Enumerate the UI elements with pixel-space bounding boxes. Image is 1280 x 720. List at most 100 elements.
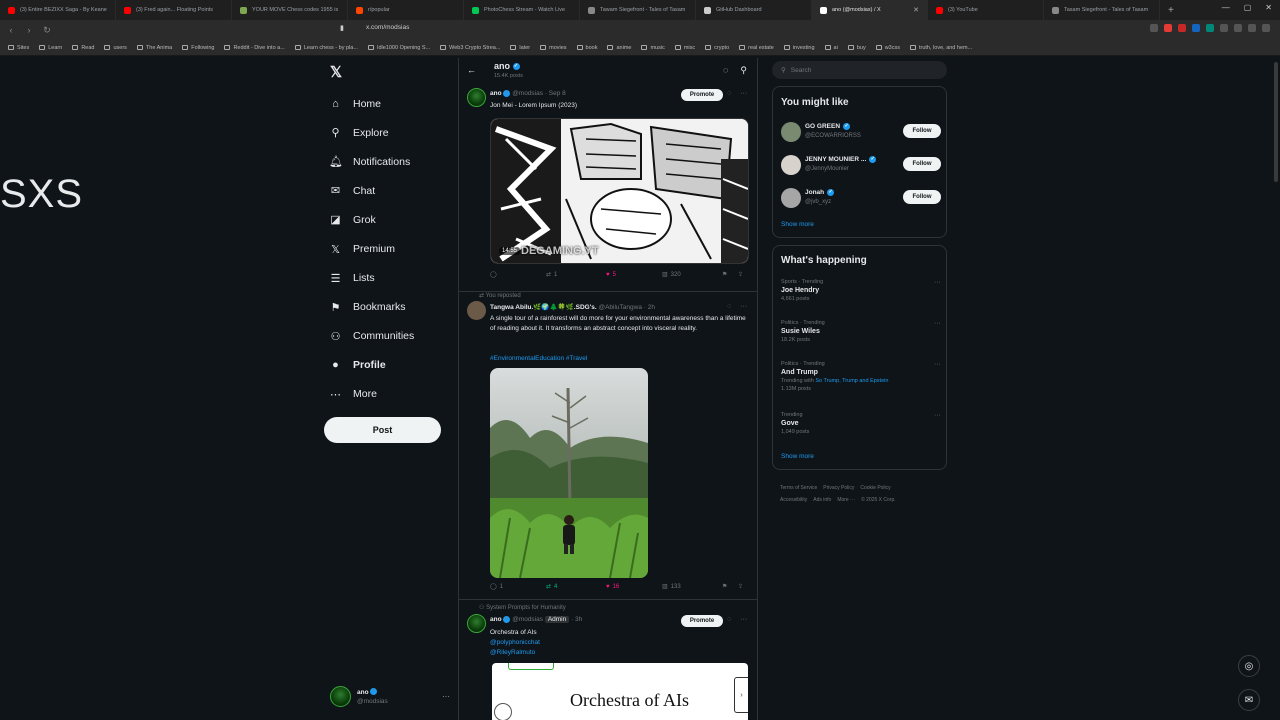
trend-item[interactable]: Trending Gove 1,049 posts ··· [781, 412, 941, 435]
browser-tab[interactable]: YOUR MOVE Chess codes 1955 is [232, 0, 348, 20]
scrollbar[interactable] [1274, 62, 1278, 182]
bookmark-item[interactable]: Learn chess - by pla... [294, 45, 358, 51]
url-field[interactable]: x.com/modsias [366, 24, 409, 31]
browser-tab[interactable]: (3) Entire BEZIXX Saga - By Keane [0, 0, 116, 20]
bookmark-item[interactable]: w3css [875, 45, 900, 51]
bookmark-item[interactable]: later [510, 45, 530, 51]
extension-icon[interactable] [1192, 24, 1200, 32]
extension-icon[interactable] [1234, 24, 1242, 32]
post-button[interactable]: Post [324, 417, 441, 443]
grok-icon[interactable]: ◌ [727, 90, 731, 97]
suggested-account[interactable]: GO GREEN ✓ @ECOWARRIORSS Follow [781, 122, 941, 146]
browser-tab[interactable]: (3) Fred again... Floating Points [116, 0, 232, 20]
bookmark-item[interactable]: Reddit - Dive into a... [224, 45, 285, 51]
suggested-name[interactable]: JENNY MOUNIER ... [805, 156, 866, 163]
browser-tab[interactable]: PhotoChess Stream - Watch Live [464, 0, 580, 20]
bookmark-item[interactable]: real estate [739, 45, 774, 51]
avatar[interactable] [467, 301, 486, 320]
bookmark-icon[interactable]: ⚑ [722, 271, 738, 278]
avatar[interactable] [467, 88, 486, 107]
minimize-icon[interactable]: — [1222, 3, 1230, 12]
more-icon[interactable]: ··· [934, 361, 941, 368]
nav-item-home[interactable]: ⌂ Home [329, 89, 414, 118]
trending-with-link[interactable]: So Trump [815, 378, 839, 384]
extension-icon[interactable] [1220, 24, 1228, 32]
grok-icon[interactable]: ◌ [723, 65, 728, 76]
bookmark-item[interactable]: Idle1000 Opening S... [367, 45, 430, 51]
bookmark-item[interactable]: anime [607, 45, 631, 51]
trend-item[interactable]: Politics · Trending Susie Wiles 18.2K post… [781, 320, 941, 343]
more-icon[interactable]: ··· [934, 279, 941, 286]
mention-link[interactable]: @polyphonicchat [490, 638, 750, 648]
browser-tab[interactable]: Tasam Siegefront - Tales of Tasam [1044, 0, 1160, 20]
more-icon[interactable]: ··· [934, 320, 941, 327]
more-icon[interactable]: ··· [740, 303, 747, 310]
tweet-photo[interactable] [490, 368, 648, 578]
close-window-icon[interactable]: ✕ [1265, 3, 1272, 12]
show-more-link[interactable]: Show more [781, 453, 814, 460]
nav-item-premium[interactable]: 𝕏 Premium [329, 234, 414, 263]
forward-icon[interactable]: › [22, 25, 36, 35]
show-more-link[interactable]: Show more [781, 221, 814, 228]
browser-tab[interactable]: r/popular [348, 0, 464, 20]
nav-item-profile[interactable]: ● Profile [329, 351, 414, 380]
tweet[interactable]: ⇄ You reposted Tangwa Abilu.🌿🌍🌲🍀🌿.SDG's.… [459, 291, 757, 595]
share-icon[interactable]: ⇪ [738, 583, 743, 590]
nav-item-chat[interactable]: ✉ Chat [329, 176, 414, 205]
maximize-icon[interactable]: ▢ [1244, 3, 1252, 12]
bookmark-item[interactable]: book [576, 45, 597, 51]
suggested-account[interactable]: Jonah ✓ @jvb_xyz Follow [781, 188, 941, 212]
profile-icon[interactable] [1248, 24, 1256, 32]
mention-link[interactable]: @RileyRalmuto [490, 648, 750, 658]
suggested-account[interactable]: JENNY MOUNIER ... ✓ @JennyMounier Follow [781, 155, 941, 179]
bookmark-item[interactable]: buy [847, 45, 866, 51]
footer-link[interactable]: More ··· [837, 497, 855, 503]
menu-icon[interactable] [1262, 24, 1270, 32]
views-button[interactable]: ▥ 133 [662, 583, 722, 591]
grok-icon[interactable]: ◎ [1238, 655, 1260, 677]
more-icon[interactable]: ··· [740, 90, 747, 97]
trend-item[interactable]: Politics · Trending And Trump Trending wit… [781, 361, 941, 392]
extension-icon[interactable] [1150, 24, 1158, 32]
nav-item-communities[interactable]: ⚇ Communities [329, 322, 415, 351]
trending-with-link[interactable]: Trump and Epstein [842, 378, 888, 384]
promote-button[interactable]: Promote [681, 615, 723, 627]
avatar[interactable] [467, 614, 486, 633]
nav-item-grok[interactable]: ◪ Grok [329, 205, 414, 234]
browser-tab[interactable]: Tawam Siegefront - Tales of Tasam [580, 0, 696, 20]
bookmark-item[interactable]: Sites [8, 45, 29, 51]
footer-link[interactable]: Cookie Policy [860, 485, 890, 491]
close-tab-icon[interactable]: ✕ [913, 6, 919, 14]
bookmark-item[interactable]: misc [674, 45, 695, 51]
nav-item-more[interactable]: ⋯ More [329, 380, 414, 409]
promote-button[interactable]: Promote [681, 89, 723, 101]
reload-icon[interactable]: ↻ [40, 25, 54, 36]
extension-icon[interactable] [1206, 24, 1214, 32]
reply-button[interactable]: ◯ [490, 271, 546, 278]
video-thumbnail[interactable]: 14:55 DEGAMING.YT [490, 118, 749, 264]
reply-button[interactable]: ◯ 1 [490, 583, 546, 591]
extension-icon[interactable] [1164, 24, 1172, 32]
bookmark-item[interactable]: crypto [705, 45, 729, 51]
search-icon[interactable]: ⚲ [740, 65, 747, 76]
bookmark-item[interactable]: Following [182, 45, 214, 51]
nav-item-notifications[interactable]: 🔔︎ Notifications [329, 147, 414, 176]
grok-icon[interactable]: ◌ [727, 303, 731, 310]
share-icon[interactable]: ⇪ [738, 271, 743, 278]
tweet[interactable]: ano ✓ @modsias · Sep 8 Promote ◌ ··· Jon … [459, 86, 757, 291]
bookmark-item[interactable]: movies [540, 45, 567, 51]
bookmark-item[interactable]: Web3 Crypto Strea... [440, 45, 500, 51]
suggested-name[interactable]: Jonah [805, 189, 824, 196]
search-input[interactable]: ⚲ Search [772, 61, 947, 79]
avatar[interactable] [781, 122, 801, 142]
x-logo-icon[interactable]: 𝕏 [330, 63, 342, 81]
more-icon[interactable]: ··· [934, 412, 941, 419]
footer-link[interactable]: Privacy Policy [823, 485, 854, 491]
new-tab-icon[interactable]: + [1160, 5, 1182, 16]
nav-item-bookmarks[interactable]: ⚑ Bookmarks [329, 293, 414, 322]
avatar[interactable] [781, 188, 801, 208]
repost-button[interactable]: ⇄ 1 [546, 271, 606, 279]
bookmark-item[interactable]: The Anima [136, 45, 172, 51]
grok-icon[interactable]: ◌ [727, 616, 731, 623]
tweet-hashtags[interactable]: #EnvironmentalEducation #Travel [490, 354, 750, 364]
